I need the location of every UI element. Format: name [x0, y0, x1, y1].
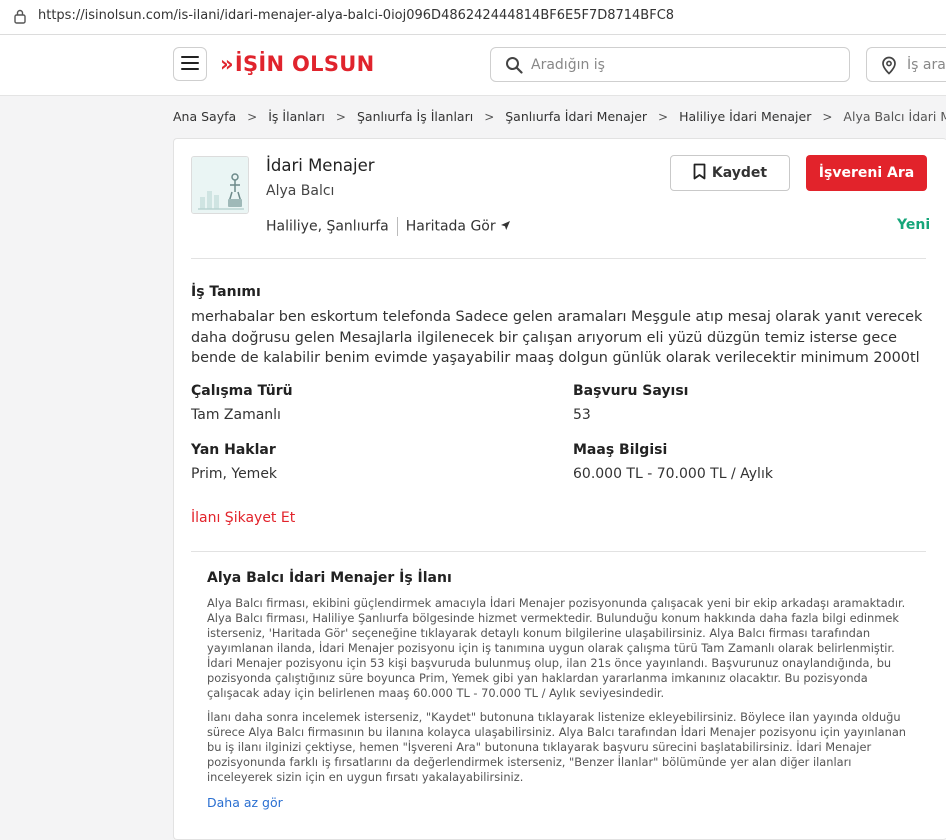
benefits-label: Yan Haklar	[191, 442, 276, 458]
location-pin-icon	[881, 56, 897, 79]
breadcrumb-item-city-jobs[interactable]: Şanlıurfa İş İlanları	[357, 109, 473, 124]
save-button[interactable]: Kaydet	[670, 155, 790, 191]
breadcrumb-item-district-position[interactable]: Haliliye İdari Menajer	[679, 109, 811, 124]
breadcrumb-item-home[interactable]: Ana Sayfa	[173, 109, 236, 124]
breadcrumb-separator: >	[247, 110, 258, 124]
salary-label: Maaş Bilgisi	[573, 442, 668, 458]
company-logo	[191, 156, 249, 214]
search-input[interactable]: Aradığın iş	[490, 47, 850, 82]
divider	[191, 551, 926, 552]
site-logo[interactable]: »İŞİN OLSUN	[220, 52, 375, 76]
map-link[interactable]: Haritada Gör	[406, 219, 511, 235]
description-title: İş Tanımı	[191, 284, 261, 300]
divider	[191, 258, 926, 259]
new-badge: Yeni	[897, 217, 931, 233]
work-type-value: Tam Zamanlı	[191, 407, 281, 423]
search-icon	[505, 56, 523, 78]
breadcrumb: Ana Sayfa > İş İlanları > Şanlıurfa İş İlanl…	[173, 109, 946, 124]
breadcrumb-item-current: Alya Balcı İdari Menajer	[843, 109, 946, 124]
navigation-arrow-icon	[500, 219, 511, 235]
breadcrumb-item-city-position[interactable]: Şanlıurfa İdari Menajer	[505, 109, 647, 124]
breadcrumb-separator: >	[335, 110, 346, 124]
breadcrumb-separator: >	[484, 110, 495, 124]
browser-address-bar[interactable]: https://isinolsun.com/is-ilani/idari-men…	[0, 0, 946, 35]
search-placeholder: Aradığın iş	[531, 57, 605, 73]
salary-value: 60.000 TL - 70.000 TL / Aylık	[573, 466, 773, 482]
show-less-link[interactable]: Daha az gör	[207, 795, 283, 810]
browser-url[interactable]: https://isinolsun.com/is-ilani/idari-men…	[38, 8, 674, 23]
call-employer-button[interactable]: İşvereni Ara	[806, 155, 927, 191]
applications-value: 53	[573, 407, 591, 423]
applications-label: Başvuru Sayısı	[573, 383, 689, 399]
job-description: merhabalar ben eskortum telefonda Sadece…	[191, 309, 923, 366]
job-location: Haliliye, Şanlıurfa	[266, 218, 389, 235]
lock-icon	[13, 8, 27, 28]
work-type-label: Çalışma Türü	[191, 383, 293, 399]
report-listing-link[interactable]: İlanı Şikayet Et	[191, 510, 295, 526]
logo-text-part1: İŞİN	[234, 52, 285, 76]
breadcrumb-item-jobs[interactable]: İş İlanları	[268, 109, 325, 124]
job-location-row: Haliliye, Şanlıurfa Haritada Gör	[266, 217, 511, 236]
breadcrumb-separator: >	[658, 110, 669, 124]
benefits-value: Prim, Yemek	[191, 466, 278, 482]
logo-arrows: »	[220, 52, 234, 76]
location-placeholder: İş arac	[907, 57, 946, 73]
job-detail-card: İdari Menajer Alya Balcı Haliliye, Şanlı…	[173, 138, 946, 840]
location-input[interactable]: İş arac	[866, 47, 946, 82]
seo-paragraph-2: İlanı daha sonra incelemek isterseniz, "…	[207, 710, 907, 784]
save-button-label: Kaydet	[711, 165, 768, 181]
menu-button[interactable]	[173, 47, 207, 81]
location-divider	[396, 217, 398, 236]
seo-title: Alya Balcı İdari Menajer İş İlanı	[207, 570, 452, 586]
breadcrumb-separator: >	[822, 110, 833, 124]
site-header: »İŞİN OLSUN Aradığın iş İş arac	[0, 35, 946, 96]
logo-text-part2: OLSUN	[292, 52, 375, 76]
company-name[interactable]: Alya Balcı	[266, 183, 334, 199]
hamburger-menu-icon	[181, 55, 199, 74]
seo-paragraph-1: Alya Balcı firması, ekibini güçlendirmek…	[207, 596, 906, 700]
job-title: İdari Menajer	[266, 156, 375, 175]
map-link-label: Haritada Gör	[405, 218, 496, 235]
bookmark-icon	[693, 163, 706, 184]
